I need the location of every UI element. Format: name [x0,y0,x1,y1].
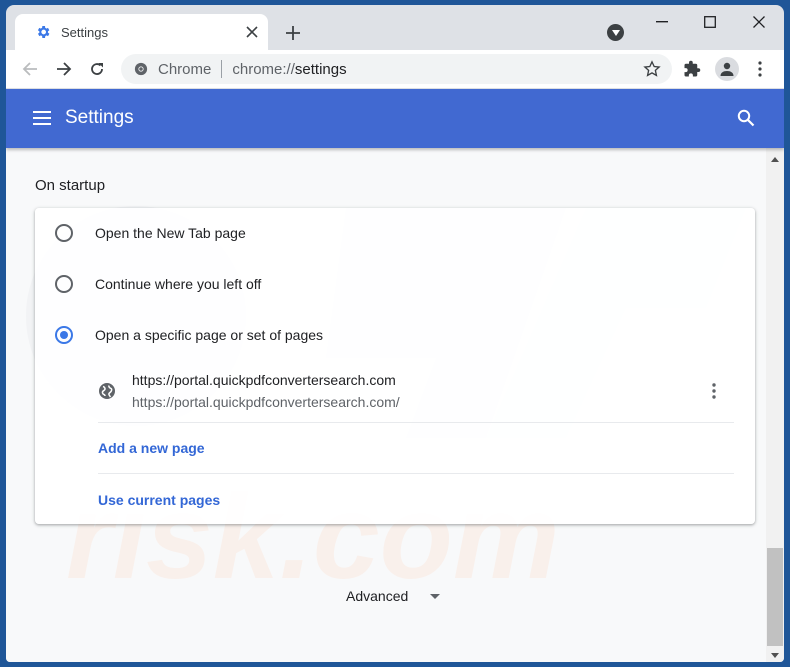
extensions-icon [684,60,701,77]
profile-button[interactable] [715,57,739,81]
more-vert-icon [758,61,762,77]
extensions-button[interactable] [680,57,704,81]
minimize-icon [656,21,668,23]
radio-label: Open a specific page or set of pages [95,327,324,343]
radio-button[interactable] [55,275,73,293]
arrow-right-icon [57,62,72,76]
chrome-menu-button[interactable] [748,57,772,81]
address-bar[interactable]: Chrome chrome://settings [121,54,672,84]
close-icon [753,16,765,28]
search-settings-button[interactable] [734,106,758,130]
scrollbar[interactable] [766,148,784,662]
profile-icon [720,62,734,76]
advanced-toggle[interactable]: Advanced [346,588,441,604]
plus-icon [286,26,300,40]
scroll-down-arrow-icon[interactable] [771,653,779,658]
close-window-button[interactable] [739,11,779,33]
gear-icon [35,24,51,40]
maximize-icon [704,16,716,28]
radio-button-checked[interactable] [55,326,73,344]
radio-option-continue[interactable]: Continue where you left off [35,259,755,309]
url-path: settings [294,60,347,78]
chip-divider [221,60,223,78]
tab-search-icon [611,29,620,36]
radio-option-specific-pages[interactable]: Open a specific page or set of pages [35,310,755,360]
close-icon [246,26,258,38]
add-page-row: Add a new page [98,422,734,474]
reload-icon [91,63,103,75]
settings-header: Settings [6,89,784,148]
close-tab-button[interactable] [242,22,262,42]
tab-title: Settings [61,24,108,40]
site-chip: Chrome [158,60,212,78]
hamburger-menu-icon [33,111,51,125]
bookmark-button[interactable] [642,59,662,79]
add-new-page-link[interactable]: Add a new page [98,440,205,456]
scrollbar-thumb[interactable] [767,548,783,646]
chrome-icon [134,62,148,76]
back-button[interactable] [17,56,43,82]
main-menu-button[interactable] [30,106,54,130]
url-scheme: chrome:// [232,60,295,78]
use-current-row: Use current pages [98,474,734,525]
toolbar: Chrome chrome://settings [6,50,784,88]
startup-page-entry: https://portal.quickpdfconvertersearch.c… [98,360,734,423]
tab-strip: Settings [6,5,784,50]
startup-page-more-button[interactable] [704,380,724,402]
radio-label: Open the New Tab page [95,225,246,241]
on-startup-card: Open the New Tab page Continue where you… [35,208,755,524]
maximize-button[interactable] [690,11,730,33]
advanced-label: Advanced [346,588,409,604]
more-vert-icon [712,383,716,399]
startup-page-title: https://portal.quickpdfconvertersearch.c… [132,372,396,388]
tab-settings[interactable]: Settings [15,14,268,50]
caret-down-icon [430,593,441,599]
radio-label: Continue where you left off [95,276,262,292]
radio-button[interactable] [55,224,73,242]
browser-window: Settings Chrome chrome://settings Settin… [6,5,784,662]
reload-button[interactable] [84,56,110,82]
radio-option-new-tab[interactable]: Open the New Tab page [35,208,755,258]
globe-icon [99,383,115,399]
use-current-pages-link[interactable]: Use current pages [98,492,220,508]
star-icon [643,60,661,77]
startup-page-url: https://portal.quickpdfconvertersearch.c… [132,394,400,410]
settings-title: Settings [65,107,134,128]
search-icon [737,109,755,127]
new-tab-button[interactable] [281,21,305,45]
arrow-left-icon [22,62,37,76]
tab-search-button[interactable] [607,24,624,41]
url-text[interactable]: chrome://settings [232,61,642,78]
on-startup-heading: On startup [35,177,106,194]
minimize-button[interactable] [642,11,682,33]
scroll-up-arrow-icon[interactable] [771,157,779,162]
forward-button[interactable] [51,56,77,82]
settings-content: risk.com On startup Open the New Tab pag… [6,148,766,662]
